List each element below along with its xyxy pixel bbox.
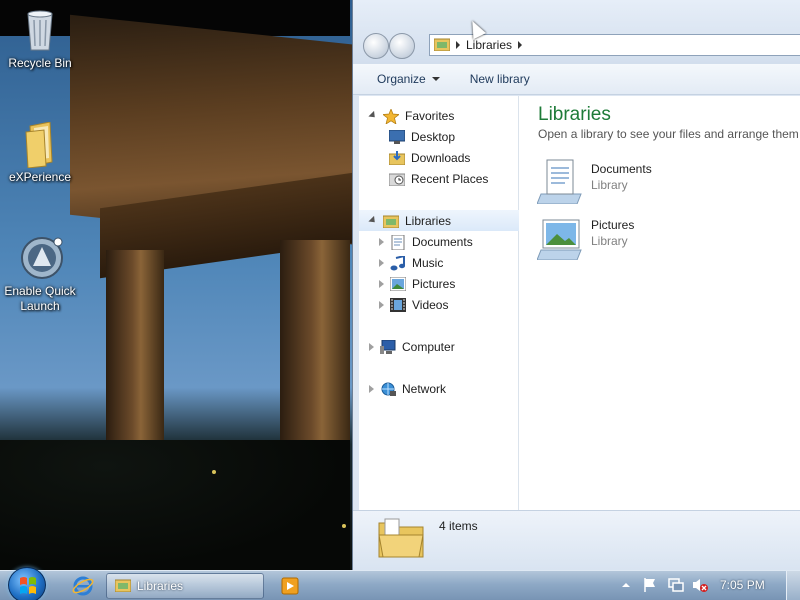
tree-item-desktop[interactable]: Desktop xyxy=(359,126,519,147)
tree-label: Documents xyxy=(412,234,473,249)
show-desktop-button[interactable] xyxy=(786,571,800,600)
action-center-flag-icon[interactable] xyxy=(642,577,658,593)
library-type: Library xyxy=(591,234,628,248)
show-hidden-icons-icon[interactable] xyxy=(620,579,632,591)
tree-label: Downloads xyxy=(411,150,471,165)
expand-arrow-icon[interactable] xyxy=(379,300,384,309)
downloads-icon xyxy=(388,150,406,165)
page-subtitle: Open a library to see your files and arr… xyxy=(538,127,800,141)
tree-item-recent-places[interactable]: Recent Places xyxy=(359,168,519,189)
videos-icon xyxy=(390,297,406,312)
breadcrumb-chevron-icon[interactable] xyxy=(518,41,523,49)
tree-item-documents[interactable]: Documents xyxy=(359,231,519,252)
organize-label: Organize xyxy=(377,72,426,86)
library-type: Library xyxy=(591,178,628,192)
tree-label: Videos xyxy=(412,297,449,312)
desktop-icon-recycle-bin[interactable]: Recycle Bin xyxy=(0,8,80,71)
tree-item-favorites[interactable]: Favorites xyxy=(359,105,519,126)
wallpaper-light xyxy=(342,524,346,528)
tree-item-network[interactable]: Network xyxy=(359,378,519,399)
taskbar-button-label: Libraries xyxy=(137,579,184,593)
expand-arrow-icon[interactable] xyxy=(379,237,384,246)
tree-item-computer[interactable]: Computer xyxy=(359,336,519,357)
tree-label: Libraries xyxy=(405,213,452,228)
documents-library-icon xyxy=(536,158,585,205)
tree-label: Recent Places xyxy=(411,171,489,186)
forward-button[interactable] xyxy=(389,33,415,59)
tree-label: Network xyxy=(402,381,447,396)
breadcrumb-separator-icon xyxy=(456,41,460,49)
back-button[interactable] xyxy=(363,33,389,59)
tree-item-libraries[interactable]: Libraries xyxy=(359,210,519,231)
address-bar[interactable]: Libraries xyxy=(429,34,800,56)
organize-button[interactable]: Organize xyxy=(377,72,440,86)
item-count: 4 items xyxy=(439,519,478,533)
desktop-icon-quick-launch[interactable]: Enable Quick Launch xyxy=(0,236,80,314)
library-name: Documents xyxy=(591,162,652,176)
tree-item-pictures[interactable]: Pictures xyxy=(359,273,519,294)
library-item-pictures[interactable]: Pictures Library xyxy=(536,214,737,264)
tree-item-videos[interactable]: Videos xyxy=(359,294,519,315)
volume-muted-icon[interactable] xyxy=(692,577,708,593)
star-icon xyxy=(382,107,400,125)
internet-explorer-icon[interactable] xyxy=(72,575,94,597)
pictures-library-icon xyxy=(536,214,585,261)
start-button[interactable] xyxy=(8,567,46,600)
expand-arrow-icon[interactable] xyxy=(379,258,384,267)
wallpaper-light xyxy=(212,470,216,474)
desktop-icon-label: eXPerience xyxy=(8,170,72,184)
expand-arrow-icon[interactable] xyxy=(368,215,378,226)
windows-logo-icon xyxy=(20,577,36,594)
media-player-icon[interactable] xyxy=(280,576,302,598)
quick-launch-icon xyxy=(20,236,63,280)
library-item-documents[interactable]: Documents Library xyxy=(536,158,737,208)
music-icon xyxy=(390,254,406,270)
desktop-icon-label: Recycle Bin xyxy=(8,56,72,70)
taskbar: Libraries 7:05 PM xyxy=(0,567,800,600)
expand-arrow-icon[interactable] xyxy=(369,342,374,351)
taskbar-button-libraries[interactable]: Libraries xyxy=(106,573,264,599)
clock[interactable]: 7:05 PM xyxy=(720,578,765,592)
page-title: Libraries xyxy=(538,104,611,125)
recycle-bin-icon xyxy=(20,8,60,52)
computer-icon xyxy=(380,339,396,354)
libraries-icon xyxy=(382,214,400,228)
document-icon xyxy=(390,234,406,250)
command-bar: Organize New library xyxy=(353,64,800,95)
tree-item-downloads[interactable]: Downloads xyxy=(359,147,519,168)
recent-places-icon xyxy=(388,172,406,186)
navigation-pane: Favorites Desktop Downloads Recent Place… xyxy=(359,96,519,510)
pictures-icon xyxy=(389,276,407,291)
expand-arrow-icon[interactable] xyxy=(379,279,384,288)
tree-item-music[interactable]: Music xyxy=(359,252,519,273)
network-status-icon[interactable] xyxy=(668,577,684,593)
tree-label: Music xyxy=(412,255,444,270)
tree-label: Favorites xyxy=(405,108,455,123)
libraries-icon xyxy=(114,578,132,595)
library-name: Pictures xyxy=(591,218,635,232)
chevron-down-icon xyxy=(431,77,440,81)
folder-icon xyxy=(20,121,60,169)
expand-arrow-icon[interactable] xyxy=(368,110,378,121)
explorer-window: Libraries Organize New library Favorites… xyxy=(352,0,800,570)
libraries-folder-icon xyxy=(433,37,451,54)
breadcrumb-libraries[interactable]: Libraries xyxy=(466,38,512,52)
navigation-bar: Libraries xyxy=(353,0,800,64)
tree-label: Desktop xyxy=(411,129,456,144)
expand-arrow-icon[interactable] xyxy=(369,384,374,393)
content-pane: Libraries Open a library to see your fil… xyxy=(519,96,800,510)
desktop-icon xyxy=(388,129,406,144)
new-library-button[interactable]: New library xyxy=(470,72,530,86)
network-icon xyxy=(380,382,396,396)
tree-label: Computer xyxy=(402,339,455,354)
tree-label: Pictures xyxy=(412,276,456,291)
details-pane: 4 items xyxy=(353,510,800,570)
desktop-icon-experience[interactable]: eXPerience xyxy=(0,121,80,185)
libraries-large-icon xyxy=(377,515,425,562)
wallpaper-trees xyxy=(0,440,350,570)
desktop-icon-label: Enable Quick Launch xyxy=(4,284,76,313)
new-library-label: New library xyxy=(469,72,530,86)
